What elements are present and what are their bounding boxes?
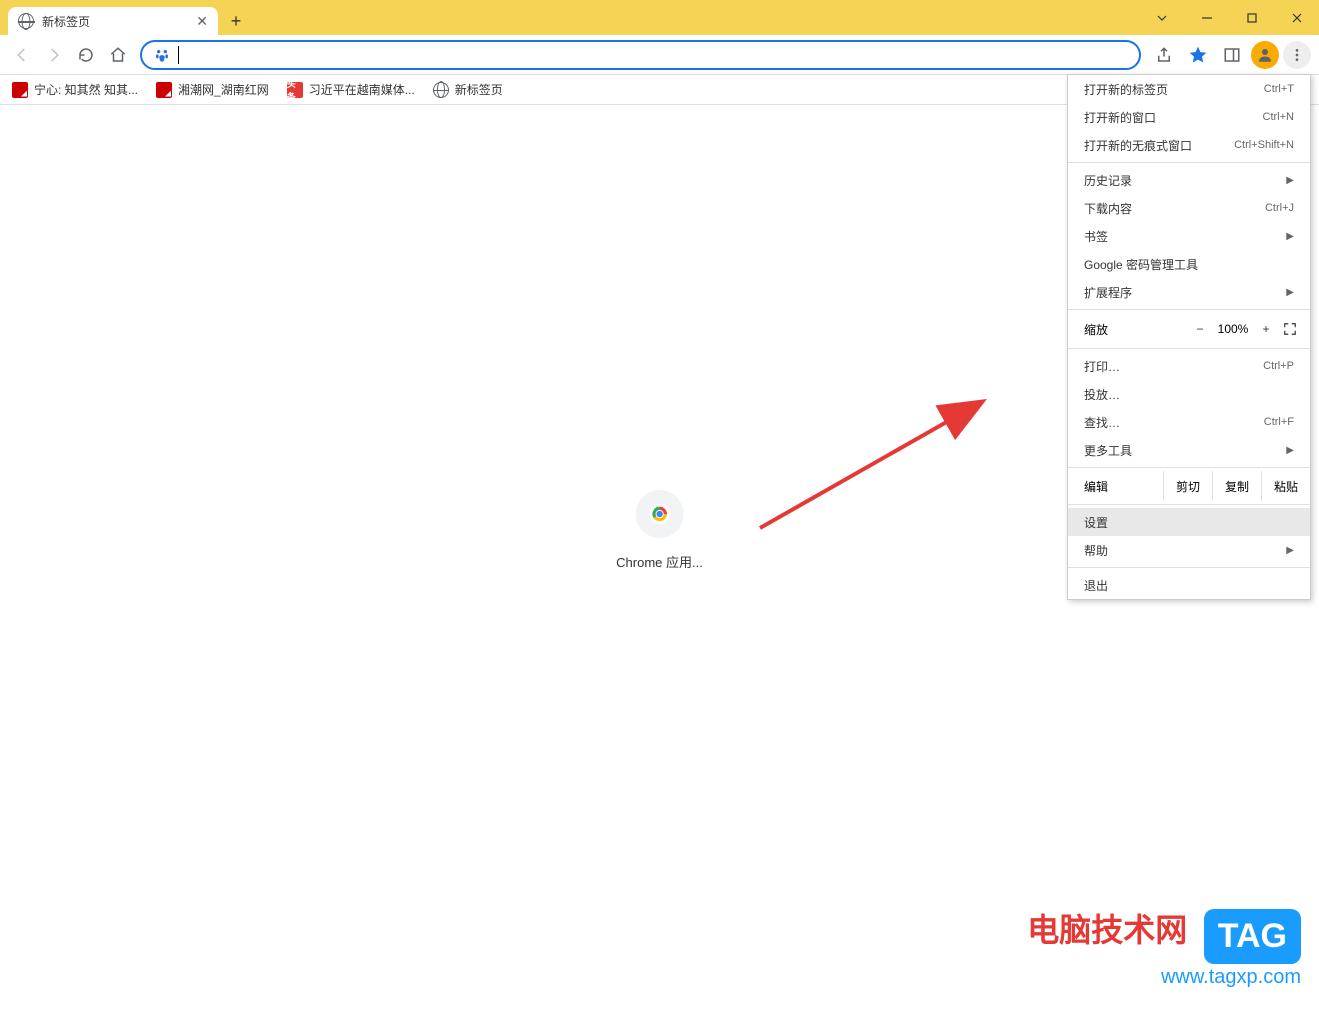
address-bar[interactable] [140,40,1141,70]
watermark-title: 电脑技术网 [1027,912,1187,948]
titlebar: 新标签页 ✕ + [0,0,1319,35]
menu-new-incognito[interactable]: 打开新的无痕式窗口Ctrl+Shift+N [1068,131,1310,159]
chrome-logo-icon [649,503,671,525]
menu-downloads[interactable]: 下载内容Ctrl+J [1068,194,1310,222]
menu-cast[interactable]: 投放… [1068,380,1310,408]
browser-tab[interactable]: 新标签页 ✕ [8,7,218,35]
zoom-value: 100% [1212,322,1254,336]
edit-label: 编辑 [1068,478,1163,495]
site-icon [156,82,172,98]
cut-button[interactable]: 剪切 [1163,471,1212,501]
menu-new-window[interactable]: 打开新的窗口Ctrl+N [1068,103,1310,131]
menu-help[interactable]: 帮助▶ [1068,536,1310,564]
globe-icon [18,13,34,29]
menu-find[interactable]: 查找…Ctrl+F [1068,408,1310,436]
menu-extensions[interactable]: 扩展程序▶ [1068,278,1310,306]
bookmark-item[interactable]: 新标签页 [433,81,503,98]
menu-separator [1068,162,1310,163]
watermark-tag: TAG [1204,909,1301,964]
bookmark-label: 宁心: 知其然 知其... [34,81,138,98]
menu-new-tab[interactable]: 打开新的标签页Ctrl+T [1068,75,1310,103]
menu-password-manager[interactable]: Google 密码管理工具 [1068,250,1310,278]
home-button[interactable] [104,41,132,69]
bookmark-label: 湘潮网_湖南红网 [178,81,269,98]
baidu-icon [154,47,170,63]
reload-button[interactable] [72,41,100,69]
menu-more-tools[interactable]: 更多工具▶ [1068,436,1310,464]
profile-button[interactable] [1251,41,1279,69]
tab-title: 新标签页 [42,13,188,30]
new-tab-button[interactable]: + [222,7,250,35]
menu-bookmarks[interactable]: 书签▶ [1068,222,1310,250]
shortcut-item[interactable]: Chrome 应用... [616,490,703,571]
menu-exit[interactable]: 退出 [1068,571,1310,599]
copy-button[interactable]: 复制 [1212,471,1261,501]
bookmark-item[interactable]: 湘潮网_湖南红网 [156,81,269,98]
menu-zoom-row: 缩放 − 100% + [1068,313,1310,345]
close-tab-button[interactable]: ✕ [196,13,208,30]
menu-separator [1068,348,1310,349]
back-button [8,41,36,69]
caret-down-button[interactable] [1139,0,1184,35]
bookmark-star-button[interactable] [1183,40,1213,70]
zoom-out-button[interactable]: − [1188,322,1212,336]
text-cursor [178,46,179,64]
minimize-button[interactable] [1184,0,1229,35]
watermark-url: www.tagxp.com [1027,966,1301,989]
globe-icon [433,82,449,98]
zoom-in-button[interactable]: + [1254,322,1278,336]
bookmark-item[interactable]: 头条 习近平在越南媒体... [287,81,415,98]
menu-history[interactable]: 历史记录▶ [1068,166,1310,194]
news-icon: 头条 [287,82,303,98]
menu-print[interactable]: 打印…Ctrl+P [1068,352,1310,380]
menu-settings[interactable]: 设置 [1068,508,1310,536]
shortcut-label: Chrome 应用... [616,552,703,571]
main-menu: 打开新的标签页Ctrl+T 打开新的窗口Ctrl+N 打开新的无痕式窗口Ctrl… [1067,74,1311,600]
menu-edit-row: 编辑 剪切 复制 粘贴 [1068,471,1310,501]
close-window-button[interactable] [1274,0,1319,35]
menu-separator [1068,504,1310,505]
toolbar [0,35,1319,75]
menu-separator [1068,309,1310,310]
watermark: 电脑技术网 TAG www.tagxp.com [1027,905,1301,989]
bookmark-item[interactable]: 宁心: 知其然 知其... [12,81,138,98]
main-menu-button[interactable] [1283,41,1311,69]
menu-separator [1068,467,1310,468]
menu-separator [1068,567,1310,568]
bookmark-label: 新标签页 [455,81,503,98]
zoom-label: 缩放 [1084,321,1188,338]
side-panel-button[interactable] [1217,40,1247,70]
bookmark-label: 习近平在越南媒体... [309,81,415,98]
share-button[interactable] [1149,40,1179,70]
maximize-button[interactable] [1229,0,1274,35]
forward-button [40,41,68,69]
site-icon [12,82,28,98]
fullscreen-button[interactable] [1278,322,1302,336]
paste-button[interactable]: 粘贴 [1261,471,1310,501]
shortcut-icon-bg [636,490,684,538]
window-controls [1139,0,1319,35]
